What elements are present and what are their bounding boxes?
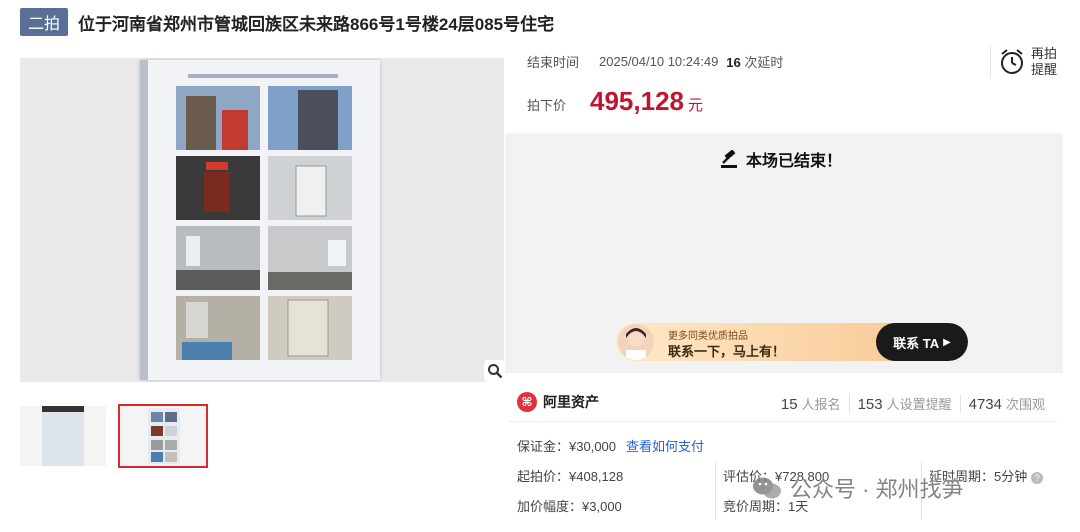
deposit-row: 保证金：¥30,000 查看如何支付 — [517, 436, 704, 455]
delay-count: 16 — [726, 55, 741, 70]
platform-name: 阿里资产 — [543, 394, 599, 410]
start-price-value: ¥408,128 — [569, 469, 624, 484]
alarm-clock-icon — [1001, 49, 1023, 74]
increment-row: 加价幅度：¥3,000 — [517, 496, 622, 515]
photo-bathroom — [176, 296, 260, 360]
photo-building-left — [176, 86, 260, 150]
thumbnail-1[interactable] — [20, 406, 106, 466]
page-title: 位于河南省郑州市管城回族区未来路866号1号楼24层085号住宅 — [78, 14, 555, 34]
delay-period-value: 5分钟 — [994, 469, 1028, 484]
help-icon[interactable]: ? — [1031, 472, 1044, 484]
end-time-label: 结束时间 — [527, 55, 580, 70]
delay-label: 次延时 — [744, 55, 784, 70]
floorplan-document-image — [140, 60, 380, 380]
remind-label: 再拍提醒 — [1031, 46, 1058, 77]
stat-reminders: 153 人设置提醒 — [848, 394, 960, 413]
stat-registrations: 15 人报名 — [780, 396, 841, 413]
platform-logo: ⌘ 阿里资产 — [517, 392, 599, 412]
contact-button-label: 联系 TA — [893, 335, 940, 351]
title-bar: 二拍 位于河南省郑州市管城回族区未来路866号1号楼24层085号住宅 — [20, 8, 554, 36]
deposit-label: 保证金： — [517, 439, 570, 454]
price-group: 495,128 元 — [590, 86, 703, 117]
increment-value: ¥3,000 — [582, 499, 622, 514]
watermark-text: 公众号 · 郑州找笋 — [790, 477, 964, 502]
how-to-pay-link[interactable]: 查看如何支付 — [626, 439, 704, 454]
gavel-icon — [721, 150, 737, 168]
thumbnail-strip — [20, 404, 208, 468]
deposit-value: ¥30,000 — [569, 439, 617, 454]
photo-building-right — [268, 86, 352, 150]
price-unit: 元 — [688, 97, 704, 114]
stat-views: 4734 次围观 — [959, 394, 1053, 413]
banner-headline: 联系一下，马上有！ — [668, 344, 786, 359]
price-label: 拍下价 — [527, 98, 567, 113]
zoom-icon[interactable] — [484, 360, 506, 382]
ended-text: 本场已结束！ — [746, 153, 843, 170]
remind-button[interactable]: 再拍提醒 — [990, 46, 1059, 78]
platform-bar: ⌘ 阿里资产 15 人报名 153 人设置提醒 4734 次围观 — [509, 384, 1057, 422]
auction-info-panel: 结束时间 2025/04/10 10:24:49 16 次延时 拍下价 495,… — [509, 40, 1069, 133]
end-time-row: 结束时间 2025/04/10 10:24:49 16 次延时 — [527, 52, 783, 71]
document-header-line — [188, 74, 338, 78]
final-price: 495,128 — [590, 86, 684, 116]
contact-banner[interactable]: 更多同类优质拍品 联系一下，马上有！ 联系 TA ▶ — [616, 323, 968, 361]
details-divider-1 — [715, 462, 716, 520]
delay-info: 16 次延时 — [726, 52, 783, 71]
auction-round-tag: 二拍 — [20, 8, 69, 36]
increment-label: 加价幅度： — [517, 499, 583, 514]
main-photo[interactable] — [20, 58, 504, 382]
agent-avatar — [618, 324, 654, 360]
thumbnail-2-selected[interactable] — [118, 404, 208, 468]
wechat-watermark: 公众号 · 郑州找笋 — [752, 472, 964, 504]
stats-group: 15 人报名 153 人设置提醒 4734 次围观 — [773, 394, 1053, 413]
photo-entry-door — [176, 156, 260, 220]
photo-interior-door — [268, 156, 352, 220]
start-price-label: 起拍价： — [517, 469, 570, 484]
contact-button[interactable]: 联系 TA ▶ — [876, 323, 968, 361]
price-row: 拍下价 495,128 元 — [527, 86, 703, 117]
photo-room-one — [176, 226, 260, 290]
banner-subtitle: 更多同类优质拍品 — [668, 331, 748, 342]
start-price-row: 起拍价：¥408,128 — [517, 466, 623, 485]
play-arrow-icon: ▶ — [943, 336, 951, 348]
photo-shower — [268, 296, 352, 360]
ali-asset-logo-icon: ⌘ — [517, 392, 537, 412]
wechat-icon — [753, 477, 781, 499]
end-time-value: 2025/04/10 10:24:49 — [599, 54, 719, 69]
photo-room-two — [268, 226, 352, 290]
ended-message: 本场已结束！ — [720, 147, 842, 171]
